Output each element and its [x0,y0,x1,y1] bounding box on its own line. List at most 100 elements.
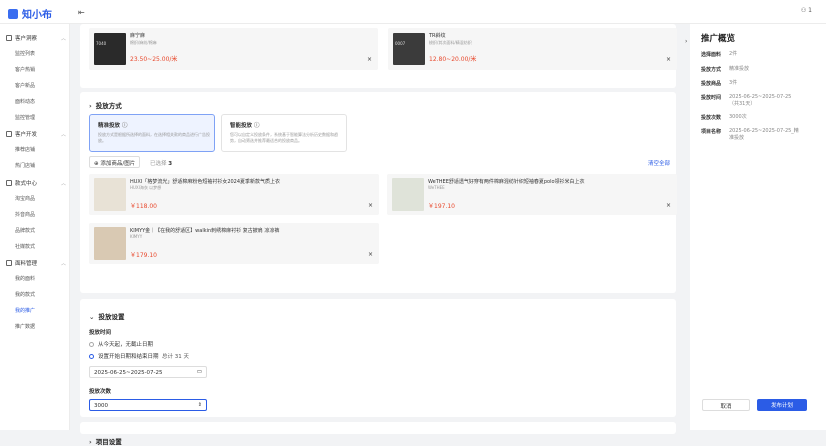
mode-precise[interactable]: 精准投放 ⓘ 投放方式是根据所选择的面料，在选择相关款的商品进行广告投放。 [89,114,215,152]
product-brand: HUXI海衣 以梦想 [130,185,162,190]
sidebar-item-monitor-list[interactable]: 监控列表 [15,50,35,57]
clear-all-link[interactable]: 清空全部 [648,159,670,167]
user-icon: ⚇ [800,7,807,14]
sidebar-item-new-products[interactable]: 客户新品 [15,82,35,89]
option-date-range-label: 设置开始日期和结束日期 [98,354,159,360]
count-input[interactable]: 3000 ⇕ [89,399,207,411]
product-item: KIMYY金｜【在我的舒适区】walkin刺绣棉麻衬衫 复古披肩 凉凉裤 KIM… [89,223,379,264]
cancel-button[interactable]: 取消 [702,399,750,411]
sidebar-group-fabric[interactable]: 面料管理 ︿ [6,259,66,267]
product-thumbnail [94,227,126,260]
summary-value: 3件 [729,80,738,86]
sidebar-item-monitor-manage[interactable]: 监控管理 [15,114,35,121]
fabric-name: 麻宁麻 [130,33,146,39]
sidebar-item-promo-data[interactable]: 推广数据 [15,323,35,330]
project-title[interactable]: › 项目设置 [89,436,122,446]
summary-key: 选择面料 [701,52,722,58]
fabric-item: 0007 TR斜纹 梭织/其次面料/精混纺织 12.80~20.00/米 × [388,28,677,70]
sidebar-item-douyin[interactable]: 抖音商品 [15,211,35,218]
help-icon: ⓘ [121,123,128,129]
product-price: ￥197.10 [428,203,455,210]
product-thumbnail [94,178,126,211]
user-menu[interactable]: ⚇ 1 [801,7,812,14]
date-range-value: 2025-06-25~2025-07-25 [94,370,163,376]
option-date-range[interactable]: 设置开始日期和结束日期 总计 31 天 [89,352,189,360]
remove-icon[interactable]: × [368,251,373,258]
delivery-title-text: 投放方式 [95,102,122,110]
chevron-right-icon: › [89,102,92,110]
period-label: 投放时间 [89,330,112,336]
sidebar: 客户洞察 ︿ 监控列表 客户热销 客户新品 面料动态 监控管理 客户开发 ︿ 推荐店… [0,24,70,430]
insight-icon [6,35,12,41]
product-item: WeTHEE舒适透气好穿有两件棉麻混纺针织短袖春夏polo领衫米白上衣 WeTH… [387,174,677,215]
sidebar-item-my-promotion[interactable]: 我的推广 [15,307,35,314]
sidebar-item-my-styles[interactable]: 我的款式 [15,291,35,298]
selected-count: 3 [168,161,173,167]
summary-value: 精准投放 [729,66,750,72]
sidebar-group-insight[interactable]: 客户洞察 ︿ [6,34,66,42]
project-title-text: 项目设置 [95,438,122,446]
menu-collapse-icon[interactable]: ⇤ [78,8,85,17]
plus-icon: ⊕ [94,161,99,167]
top-bar: 知小布 ⇤ ⚇ 1 [0,0,826,24]
settings-card: ⌄ 投放设置 投放时间 从今天起，无截止日期 设置开始日期和结束日期 总计 31 … [80,299,676,417]
product-title: KIMYY金｜【在我的舒适区】walkin刺绣棉麻衬衫 复古披肩 凉凉裤 [130,228,280,234]
sidebar-item-taobao[interactable]: 淘宝商品 [15,195,35,202]
sidebar-item-hot-sales[interactable]: 客户热销 [15,66,35,73]
option-no-end[interactable]: 从今天起，无截止日期 [89,340,153,348]
mode-smart[interactable]: 智能投放 ⓘ 您可以自定义投放条件，系统基于智能算法分析历史数据和趋势，自动筛选… [221,114,347,152]
sidebar-item-recommend-shops[interactable]: 推荐店铺 [15,146,35,153]
delivery-title[interactable]: › 投放方式 [89,100,122,110]
logo-icon [8,8,18,19]
product-item: HUXI「格梦流光」舒适棉麻粉色短袖衬衫女2024夏季新款气质上衣 HUXI海衣… [89,174,379,215]
fabric-card: 7040 麻宁麻 棉织/麻纺/棉麻 23.50~25.00/米 × 0007 T… [80,24,677,88]
panel-toggle-icon[interactable]: › [685,38,687,45]
remove-icon[interactable]: × [368,202,373,209]
help-icon: ⓘ [253,123,260,129]
mode-title-text: 智能投放 [230,123,253,129]
date-range-input[interactable]: 2025-06-25~2025-07-25 ▭ [89,366,207,378]
fabric-price: 23.50~25.00/米 [130,56,178,63]
sidebar-item-social-styles[interactable]: 社媒款式 [15,243,35,250]
develop-icon [6,131,12,137]
settings-title[interactable]: ⌄ 投放设置 [89,311,124,321]
sidebar-item-my-fabric[interactable]: 我的面料 [15,275,35,282]
add-product-button[interactable]: ⊕ 添加商品/图片 [89,156,141,168]
sidebar-group-develop[interactable]: 客户开发 ︿ [6,130,66,138]
count-label: 投放次数 [89,389,112,395]
mode-title: 精准投放 ⓘ [98,121,127,129]
summary-key: 项目名称 [701,129,722,135]
sidebar-item-hot-shops[interactable]: 热门店铺 [15,162,35,169]
radio-unchecked[interactable] [89,342,94,347]
remove-icon[interactable]: × [367,56,372,63]
fabric-desc: 梭织/其次面料/精混纺织 [429,40,472,45]
publish-button[interactable]: 发布计划 [757,399,807,411]
count-value: 3000 [94,403,108,409]
option-no-end-label: 从今天起，无截止日期 [98,342,154,348]
remove-icon[interactable]: × [666,56,671,63]
summary-key: 投放次数 [701,115,722,121]
summary-value: 2025-06-25~2025-07-25（共31天） [729,94,792,107]
calendar-icon: ▭ [196,369,202,375]
product-brand: WeTHEE [428,185,445,190]
project-card: › 项目设置 [80,422,676,446]
fabric-price: 12.80~20.00/米 [429,56,477,63]
logo[interactable]: 知小布 [8,6,52,21]
chevron-right-icon: › [89,438,92,446]
stepper-icon[interactable]: ⇕ [198,402,202,408]
mode-title: 智能投放 ⓘ [230,121,259,129]
product-title: WeTHEE舒适透气好穿有两件棉麻混纺针织短袖春夏polo领衫米白上衣 [428,179,585,185]
radio-checked[interactable] [89,354,94,359]
summary-value: 3000次 [729,114,747,120]
selected-info: 已选择 3 [150,159,172,167]
remove-icon[interactable]: × [666,202,671,209]
sidebar-group-styles[interactable]: 款式中心 ︿ [6,179,66,187]
product-brand: KIMYY [130,234,143,239]
add-product-label: 添加商品/图片 [100,161,136,167]
product-price: ￥118.00 [130,203,157,210]
sidebar-item-fabric-news[interactable]: 面料动态 [15,98,35,105]
sidebar-group-label: 款式中心 [15,181,38,187]
main-content: 7040 麻宁麻 棉织/麻纺/棉麻 23.50~25.00/米 × 0007 T… [80,24,677,446]
sidebar-item-brand-styles[interactable]: 品牌款式 [15,227,35,234]
fabric-desc: 棉织/麻纺/棉麻 [130,40,157,45]
